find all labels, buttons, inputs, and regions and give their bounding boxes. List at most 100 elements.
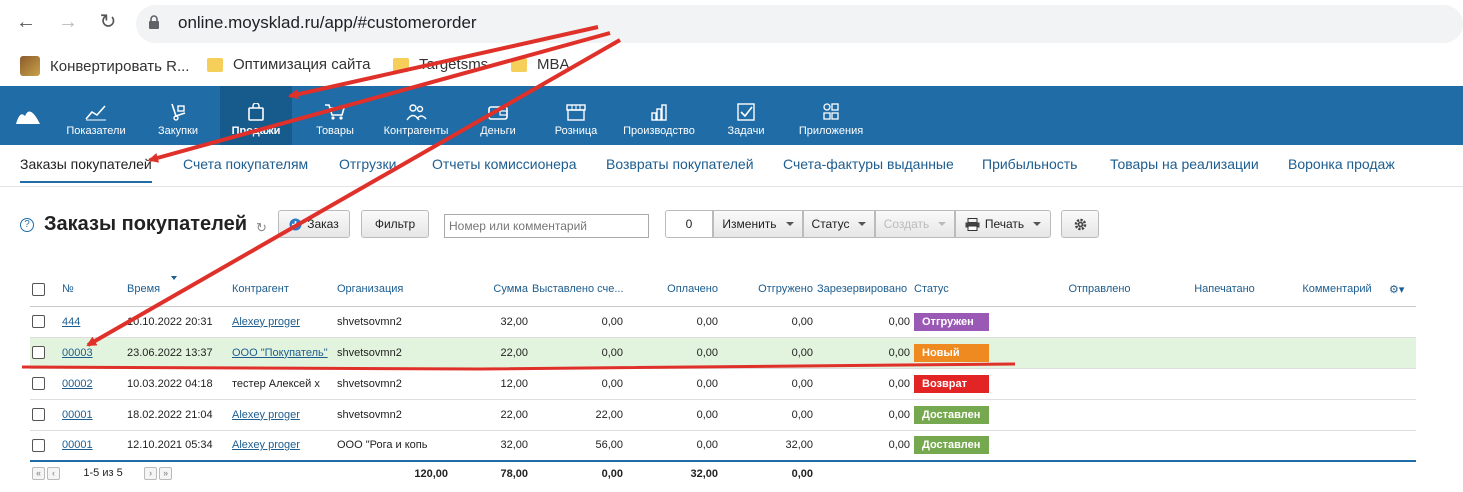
table-row[interactable]: 00001 18.02.2022 21:04 Alexey proger shvets… bbox=[30, 399, 1416, 431]
nav-item-indicators[interactable]: Показатели bbox=[60, 86, 132, 145]
help-icon[interactable]: ? bbox=[20, 218, 34, 232]
col-header-reserved[interactable]: Зарезервировано bbox=[815, 273, 912, 307]
printer-icon bbox=[965, 217, 980, 231]
back-arrow-icon[interactable]: ← bbox=[14, 10, 38, 34]
create-button: Создать bbox=[875, 210, 955, 238]
row-checkbox[interactable] bbox=[32, 408, 45, 421]
nav-item-money[interactable]: Деньги bbox=[470, 86, 526, 145]
counterparty-link[interactable]: Alexey proger bbox=[232, 409, 300, 421]
col-header-comment[interactable]: Комментарий bbox=[1287, 273, 1387, 307]
status-badge[interactable]: Отгружен bbox=[914, 312, 989, 331]
col-header-organization[interactable]: Организация bbox=[335, 273, 450, 307]
total-shipped: 32,00 bbox=[625, 460, 720, 485]
bookmark-item[interactable]: MBA bbox=[511, 56, 570, 73]
search-input[interactable] bbox=[444, 214, 649, 238]
chevron-down-icon bbox=[938, 222, 947, 226]
status-badge[interactable]: Возврат bbox=[914, 374, 989, 393]
bookmark-item[interactable]: Targetsms bbox=[393, 56, 488, 73]
subnav-sales-funnel[interactable]: Воронка продаж bbox=[1288, 156, 1395, 172]
change-button[interactable]: Изменить bbox=[713, 210, 803, 238]
first-page-icon[interactable]: « bbox=[32, 467, 45, 480]
table-row[interactable]: 00003 23.06.2022 13:37 ООО "Покупатель" shv… bbox=[30, 337, 1416, 369]
col-header-counterparty[interactable]: Контрагент bbox=[230, 273, 335, 307]
reserved: 0,00 bbox=[815, 306, 912, 338]
nav-item-sales[interactable]: Продажи bbox=[220, 86, 292, 145]
nav-item-products[interactable]: Товары bbox=[305, 86, 365, 145]
nav-item-counterparties[interactable]: Контрагенты bbox=[378, 86, 454, 145]
selected-count: 0 bbox=[665, 210, 713, 238]
status-badge[interactable]: Новый bbox=[914, 343, 989, 362]
subnav-commission-reports[interactable]: Отчеты комиссионера bbox=[432, 156, 577, 172]
print-button[interactable]: Печать bbox=[955, 210, 1051, 238]
next-page-icon[interactable]: › bbox=[144, 467, 158, 480]
prev-page-icon[interactable]: ‹ bbox=[47, 467, 60, 480]
bookmark-item[interactable]: Оптимизация сайта bbox=[207, 56, 370, 73]
order-number: 00003 bbox=[60, 337, 125, 369]
table-footer-row: «‹ 1-5 из 5 ›» 120,00 78,00 0,00 32,00 0… bbox=[30, 460, 1416, 485]
subnav-consignment-goods[interactable]: Товары на реализации bbox=[1110, 156, 1259, 172]
col-header-shipped[interactable]: Отгружено bbox=[720, 273, 815, 307]
shipped: 0,00 bbox=[720, 399, 815, 431]
forward-arrow-icon[interactable]: → bbox=[56, 10, 80, 34]
table-row[interactable]: 444 10.10.2022 20:31 Alexey proger shvetsov… bbox=[30, 306, 1416, 338]
nav-item-apps[interactable]: Приложения bbox=[795, 86, 867, 145]
table-row[interactable]: 00001 12.10.2021 05:34 Alexey proger ООО "Р… bbox=[30, 430, 1416, 462]
reserved: 0,00 bbox=[815, 399, 912, 431]
status-button[interactable]: Статус bbox=[803, 210, 875, 238]
bookmark-item[interactable]: Конвертировать R... bbox=[20, 56, 189, 76]
col-header-invoiced[interactable]: Выставлено сче... bbox=[530, 273, 625, 307]
subnav-customer-returns[interactable]: Возвраты покупателей bbox=[606, 156, 754, 172]
counterparty-link[interactable]: Alexey proger bbox=[232, 316, 300, 328]
reload-icon[interactable]: ↻ bbox=[96, 10, 120, 34]
folder-icon bbox=[511, 57, 527, 72]
total-paid: 0,00 bbox=[530, 460, 625, 485]
col-header-paid[interactable]: Оплачено bbox=[625, 273, 720, 307]
order-number-link[interactable]: 00002 bbox=[62, 378, 93, 390]
refresh-icon[interactable]: ↻ bbox=[256, 220, 267, 236]
order-number-link[interactable]: 00001 bbox=[62, 409, 93, 421]
row-checkbox[interactable] bbox=[32, 438, 45, 452]
col-header-sum[interactable]: Сумма bbox=[450, 273, 530, 307]
shipped: 32,00 bbox=[720, 430, 815, 462]
row-checkbox[interactable] bbox=[32, 315, 45, 328]
select-all-checkbox[interactable] bbox=[32, 282, 45, 296]
row-checkbox[interactable] bbox=[32, 377, 45, 390]
subnav-invoices-issued[interactable]: Счета-фактуры выданные bbox=[783, 156, 954, 172]
order-number: 00001 bbox=[60, 430, 125, 462]
column-settings-gear-icon[interactable]: ⚙▾ bbox=[1389, 284, 1404, 296]
order-number-link[interactable]: 00003 bbox=[62, 347, 93, 359]
total-invoiced: 78,00 bbox=[450, 460, 530, 485]
nav-item-tasks[interactable]: Задачи bbox=[720, 86, 772, 145]
filter-button[interactable]: Фильтр bbox=[361, 210, 429, 238]
counterparty-link[interactable]: Alexey proger bbox=[232, 439, 300, 451]
order-number: 444 bbox=[60, 306, 125, 338]
nav-item-retail[interactable]: Розница bbox=[546, 86, 606, 145]
subnav-shipments[interactable]: Отгрузки bbox=[339, 156, 396, 172]
last-page-icon[interactable]: » bbox=[159, 467, 173, 480]
nav-item-production[interactable]: Производство bbox=[618, 86, 700, 145]
sum: 32,00 bbox=[450, 306, 530, 338]
app-logo-icon[interactable] bbox=[14, 104, 42, 126]
status-badge[interactable]: Доставлен bbox=[914, 405, 989, 424]
status-badge[interactable]: Доставлен bbox=[914, 436, 989, 455]
col-header-time[interactable]: Время bbox=[125, 273, 230, 307]
col-header-sent[interactable]: Отправлено bbox=[1037, 273, 1162, 307]
col-header-printed[interactable]: Напечатано bbox=[1162, 273, 1287, 307]
row-checkbox[interactable] bbox=[32, 346, 45, 359]
add-order-button[interactable]: Заказ bbox=[278, 210, 350, 238]
total-sum: 120,00 bbox=[335, 460, 450, 485]
order-number-link[interactable]: 00001 bbox=[62, 439, 93, 451]
chevron-down-icon bbox=[858, 222, 867, 226]
col-header-number[interactable]: № bbox=[60, 273, 125, 307]
nav-item-purchases[interactable]: Закупки bbox=[148, 86, 208, 145]
counterparty-link[interactable]: ООО "Покупатель" bbox=[232, 347, 328, 359]
order-number-link[interactable]: 444 bbox=[62, 316, 80, 328]
settings-button[interactable] bbox=[1061, 210, 1099, 238]
checkbox-icon bbox=[737, 103, 755, 121]
subnav-profitability[interactable]: Прибыльность bbox=[982, 156, 1077, 172]
col-header-status[interactable]: Статус bbox=[912, 273, 1037, 307]
order-time: 10.10.2022 20:31 bbox=[125, 306, 230, 338]
subnav-customer-orders[interactable]: Заказы покупателей bbox=[20, 156, 152, 183]
subnav-customer-invoices[interactable]: Счета покупателям bbox=[183, 156, 308, 172]
table-row[interactable]: 00002 10.03.2022 04:18 тестер Алексей х shv… bbox=[30, 368, 1416, 400]
